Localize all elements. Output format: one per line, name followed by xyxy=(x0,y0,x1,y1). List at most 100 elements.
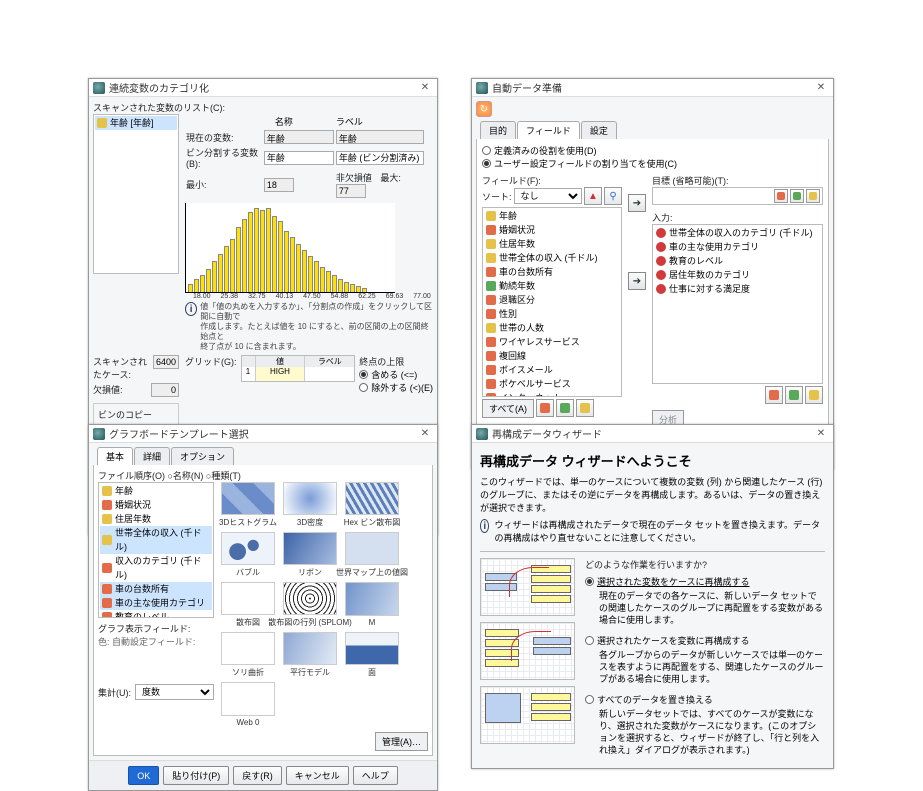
chart-template[interactable]: 3D密度 xyxy=(282,482,338,528)
histogram-bar xyxy=(344,282,349,292)
list-item[interactable]: 収入のカテゴリ (千ドル) xyxy=(100,554,212,582)
list-item[interactable]: 性別 xyxy=(484,307,620,321)
summary-select[interactable]: 度数 xyxy=(135,684,214,700)
tab-basic[interactable]: 基本 xyxy=(97,447,133,465)
chart-thumb-icon xyxy=(221,532,275,565)
chart-template[interactable]: 世界マップ上の値図 xyxy=(344,532,400,578)
inputs-list[interactable]: 世帯全体の収入のカテゴリ (千ドル)車の主な使用カテゴリ教育のレベル居住年数のカ… xyxy=(652,224,823,384)
close-icon[interactable]: ✕ xyxy=(813,427,829,441)
manage-button[interactable]: 管理(A)… xyxy=(375,732,428,751)
binned-name-input[interactable] xyxy=(264,151,334,165)
grid-cell[interactable]: HIGH xyxy=(256,367,306,381)
level-ordinal-icon[interactable] xyxy=(556,399,574,417)
radio-cases-to-vars[interactable]: 選択されたケースを変数に再構成する xyxy=(585,634,825,647)
list-item[interactable]: 住居年数 xyxy=(484,237,620,251)
select-all-button[interactable]: すべて(A) xyxy=(482,399,534,418)
list-item[interactable]: 車の主な使用カテゴリ xyxy=(100,596,212,610)
list-item[interactable]: インターネット xyxy=(484,391,620,397)
list-item[interactable]: 年齢 [年齢] xyxy=(95,116,177,130)
list-item[interactable]: 退職区分 xyxy=(484,293,620,307)
list-item[interactable]: ポケベルサービス xyxy=(484,377,620,391)
current-name: 年齢 xyxy=(264,130,334,144)
list-item-label: ボイスメール xyxy=(499,363,553,377)
radio-predefined[interactable]: 定義済みの役割を使用(D) xyxy=(482,144,823,157)
radio-custom[interactable]: ユーザー設定フィールドの割り当てを使用(C) xyxy=(482,157,823,170)
list-item[interactable]: 世帯全体の収入 (千ドル) xyxy=(484,251,620,265)
histogram-bar xyxy=(326,271,331,292)
list-item[interactable]: ボイスメール xyxy=(484,363,620,377)
filter2-nominal-icon[interactable] xyxy=(765,386,783,404)
list-item[interactable]: 複回線 xyxy=(484,349,620,363)
refresh-icon[interactable]: ↻ xyxy=(476,101,492,117)
chart-template[interactable]: リボン xyxy=(282,532,338,578)
chart-template-label: 3D密度 xyxy=(297,517,323,528)
move-to-inputs-button[interactable]: ➔ xyxy=(628,272,646,290)
list-item[interactable]: 婚姻状況 xyxy=(484,223,620,237)
histogram-bar xyxy=(206,269,211,292)
list-item[interactable]: 居住年数のカテゴリ xyxy=(654,268,821,282)
measure-icon xyxy=(102,563,112,573)
reset-button[interactable]: 戻す(R) xyxy=(233,766,282,785)
chart-template[interactable]: 散布図の行列 (SPLOM) xyxy=(282,582,338,628)
chart-template[interactable]: バブル xyxy=(220,532,276,578)
chart-template[interactable]: 面 xyxy=(344,632,400,678)
filter-ordinal-icon[interactable] xyxy=(790,189,804,203)
tab-settings[interactable]: 設定 xyxy=(581,121,617,139)
radio-include[interactable]: 含める (<=) xyxy=(359,368,433,381)
tab-fields[interactable]: フィールド xyxy=(517,121,580,139)
binned-label-input[interactable] xyxy=(336,151,424,165)
variables-list[interactable]: 年齢婚姻状況住居年数世帯全体の収入 (千ドル)収入のカテゴリ (千ドル)車の台数… xyxy=(98,482,214,618)
filter-scale-icon[interactable] xyxy=(806,189,820,203)
list-item[interactable]: 教育のレベル xyxy=(654,254,821,268)
list-item[interactable]: ワイヤレスサービス xyxy=(484,335,620,349)
list-item[interactable]: 世帯全体の収入 (千ドル) xyxy=(100,526,212,554)
chart-thumb-icon xyxy=(345,582,399,616)
radio-vars-to-cases[interactable]: 選択された変数をケースに再構成する xyxy=(585,575,825,588)
missing-value: 0 xyxy=(151,383,179,397)
list-item[interactable]: 勤続年数 xyxy=(484,279,620,293)
scanned-variables-list[interactable]: 年齢 [年齢] xyxy=(93,114,179,274)
list-item[interactable]: 教育のレベル xyxy=(100,610,212,618)
filter-nominal-icon[interactable] xyxy=(774,189,788,203)
list-item[interactable]: 年齢 xyxy=(484,209,620,223)
ok-button[interactable]: OK xyxy=(128,766,159,785)
chart-template[interactable]: Web 0 xyxy=(220,682,276,728)
level-nominal-icon[interactable] xyxy=(536,399,554,417)
close-icon[interactable]: ✕ xyxy=(813,81,829,95)
histogram-chart xyxy=(185,203,395,293)
chart-template[interactable]: Hex ビン散布図 xyxy=(344,482,400,528)
close-icon[interactable]: ✕ xyxy=(417,81,433,95)
chart-template[interactable]: M xyxy=(344,582,400,628)
target-field[interactable] xyxy=(652,187,823,205)
radio-transpose[interactable]: すべてのデータを置き換える xyxy=(585,693,825,706)
list-item[interactable]: 仕事に対する満足度 xyxy=(654,282,821,296)
chart-template[interactable]: 3Dヒストグラム xyxy=(220,482,276,528)
list-item[interactable]: 世帯全体の収入のカテゴリ (千ドル) xyxy=(654,226,821,240)
sort-desc-icon[interactable]: ⚲ xyxy=(604,187,622,205)
list-item[interactable]: 車の台数所有 xyxy=(100,582,212,596)
cancel-button[interactable]: キャンセル xyxy=(286,766,349,785)
sort-select[interactable]: なし xyxy=(514,188,582,204)
list-item[interactable]: 年齢 xyxy=(100,484,212,498)
list-item[interactable]: 車の台数所有 xyxy=(484,265,620,279)
tab-objective[interactable]: 目的 xyxy=(480,121,516,139)
chart-template[interactable]: 平行モデル xyxy=(282,632,338,678)
chart-template[interactable]: ソリ曲折 xyxy=(220,632,276,678)
move-to-target-button[interactable]: ➔ xyxy=(628,194,646,212)
sort-asc-icon[interactable]: ▲ xyxy=(584,187,602,205)
tab-detail[interactable]: 詳細 xyxy=(134,447,170,465)
radio-exclude[interactable]: 除外する (<)(E) xyxy=(359,381,433,394)
chart-template-gallery[interactable]: 3Dヒストグラム3D密度Hex ビン散布図バブルリボン世界マップ上の値図散布図散… xyxy=(220,482,428,728)
paste-button[interactable]: 貼り付け(P) xyxy=(163,766,229,785)
fields-list[interactable]: 年齢婚姻状況住居年数世帯全体の収入 (千ドル)車の台数所有勤続年数退職区分性別世… xyxy=(482,207,622,397)
close-icon[interactable]: ✕ xyxy=(417,427,433,441)
list-item[interactable]: 住居年数 xyxy=(100,512,212,526)
filter2-ordinal-icon[interactable] xyxy=(785,386,803,404)
list-item[interactable]: 車の主な使用カテゴリ xyxy=(654,240,821,254)
level-scale-icon[interactable] xyxy=(576,399,594,417)
filter2-scale-icon[interactable] xyxy=(805,386,823,404)
help-button[interactable]: ヘルプ xyxy=(353,766,398,785)
list-item[interactable]: 婚姻状況 xyxy=(100,498,212,512)
list-item[interactable]: 世帯の人数 xyxy=(484,321,620,335)
tab-options[interactable]: オプション xyxy=(171,447,234,465)
